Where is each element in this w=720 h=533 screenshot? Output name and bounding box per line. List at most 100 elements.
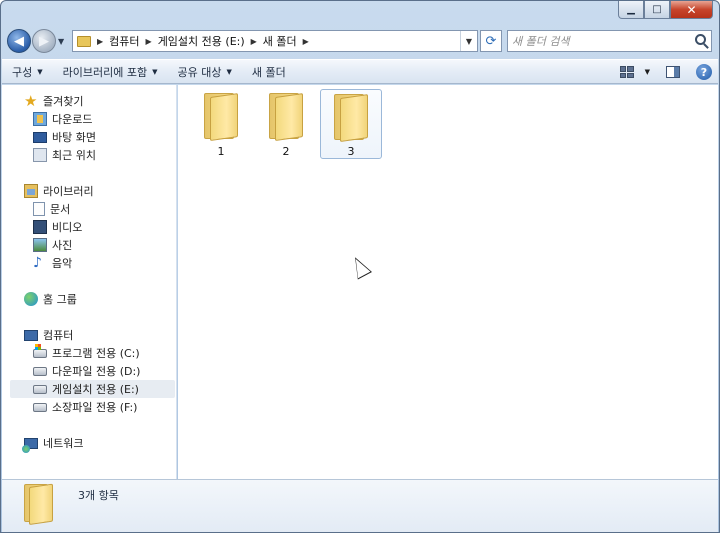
video-icon bbox=[33, 220, 47, 234]
nav-item-pictures[interactable]: 사진 bbox=[33, 236, 72, 254]
nav-label: 바탕 화면 bbox=[52, 131, 96, 144]
share-with-button[interactable]: 공유 대상 ▼ bbox=[168, 61, 242, 83]
nav-label: 게임설치 전용 (E:) bbox=[52, 383, 139, 396]
minimize-button[interactable]: ▁ bbox=[618, 1, 644, 19]
share-with-label: 공유 대상 bbox=[177, 65, 222, 79]
toolbar-right: ▼ ? bbox=[619, 61, 712, 83]
folder-icon bbox=[24, 483, 56, 526]
nav-item-drive-e[interactable]: 게임설치 전용 (E:) bbox=[10, 380, 175, 398]
address-history-dropdown[interactable]: ▼ bbox=[460, 31, 477, 51]
folder-icon bbox=[267, 93, 305, 141]
folder-item[interactable]: 1 bbox=[190, 89, 252, 159]
maximize-button[interactable]: □ bbox=[644, 1, 670, 19]
nav-label: 사진 bbox=[52, 239, 73, 252]
folder-item[interactable]: 2 bbox=[255, 89, 317, 159]
nav-homegroup[interactable]: 홈 그룹 bbox=[24, 290, 77, 308]
item-count: 3개 항목 bbox=[78, 489, 119, 502]
downloads-folder-icon bbox=[33, 112, 47, 126]
navigation-bar: ◀ ▶ ▼ ▶ 컴퓨터 ▶ 게임설치 전용 (E:) ▶ 새 폴더 ▶ ▼ ⟳ bbox=[7, 27, 715, 55]
chevron-right-icon[interactable]: ▶ bbox=[146, 37, 152, 46]
include-in-library-button[interactable]: 라이브러리에 포함 ▼ bbox=[53, 61, 168, 83]
nav-item-drive-c[interactable]: 프로그램 전용 (C:) bbox=[33, 343, 140, 362]
chevron-down-icon: ▼ bbox=[37, 67, 43, 76]
include-in-library-label: 라이브러리에 포함 bbox=[62, 65, 148, 79]
nav-item-desktop[interactable]: 바탕 화면 bbox=[33, 128, 96, 146]
search-input[interactable] bbox=[512, 34, 692, 48]
nav-libraries[interactable]: 라이브러리 bbox=[24, 182, 94, 200]
nav-favorites[interactable]: ★ 즐겨찾기 bbox=[24, 92, 83, 110]
chevron-right-icon[interactable]: ▶ bbox=[97, 37, 103, 46]
new-folder-button[interactable]: 새 폴더 bbox=[242, 61, 296, 83]
nav-item-videos[interactable]: 비디오 bbox=[33, 218, 82, 236]
chevron-right-icon[interactable]: ▶ bbox=[251, 37, 257, 46]
view-options-dropdown-icon[interactable]: ▼ bbox=[645, 68, 650, 76]
nav-label: 문서 bbox=[50, 203, 71, 216]
caption-buttons: ▁ □ ✕ bbox=[618, 1, 713, 19]
nav-label: 다운로드 bbox=[52, 113, 93, 126]
refresh-icon: ⟳ bbox=[485, 33, 497, 49]
nav-label: 라이브러리 bbox=[43, 185, 94, 198]
preview-pane-icon[interactable] bbox=[666, 66, 680, 78]
hard-drive-icon bbox=[33, 402, 47, 412]
search-icon[interactable] bbox=[695, 34, 706, 45]
address-bar[interactable]: ▶ 컴퓨터 ▶ 게임설치 전용 (E:) ▶ 새 폴더 ▶ ▼ bbox=[72, 30, 478, 52]
folder-icon bbox=[202, 93, 240, 141]
folder-item-selected[interactable]: 3 bbox=[320, 89, 382, 159]
file-list: 1 2 3 bbox=[178, 85, 718, 479]
nav-computer[interactable]: 컴퓨터 bbox=[24, 326, 73, 344]
nav-label: 네트워크 bbox=[43, 437, 84, 450]
star-icon: ★ bbox=[24, 92, 38, 110]
forward-button[interactable]: ▶ bbox=[32, 29, 56, 53]
nav-label: 소장파일 전용 (F:) bbox=[52, 401, 138, 414]
change-view-icon[interactable] bbox=[619, 66, 634, 78]
chevron-right-icon[interactable]: ▶ bbox=[303, 37, 309, 46]
organize-label: 구성 bbox=[12, 65, 33, 79]
details-pane: 3개 항목 bbox=[2, 479, 718, 532]
navigation-pane: ★ 즐겨찾기 다운로드 바탕 화면 최근 위치 라이브러리 문서 비디오 사진 … bbox=[2, 85, 177, 479]
folder-name: 1 bbox=[217, 145, 225, 158]
folder-name: 3 bbox=[347, 145, 355, 158]
nav-label: 음악 bbox=[52, 257, 73, 270]
close-button[interactable]: ✕ bbox=[670, 1, 713, 19]
refresh-button[interactable]: ⟳ bbox=[480, 30, 502, 52]
nav-item-music[interactable]: ♪ 음악 bbox=[33, 254, 72, 272]
homegroup-icon bbox=[24, 292, 38, 306]
system-drive-icon bbox=[33, 343, 47, 358]
help-icon[interactable]: ? bbox=[696, 64, 712, 80]
chevron-down-icon: ▼ bbox=[152, 67, 158, 76]
organize-button[interactable]: 구성 ▼ bbox=[2, 61, 53, 83]
nav-label: 비디오 bbox=[52, 221, 83, 234]
desktop-icon bbox=[33, 131, 47, 143]
library-icon bbox=[24, 184, 38, 198]
chevron-down-icon: ▼ bbox=[226, 67, 232, 76]
breadcrumb-drive-e[interactable]: 게임설치 전용 (E:) bbox=[158, 33, 245, 49]
folder-icon bbox=[332, 94, 370, 142]
nav-label: 다운파일 전용 (D:) bbox=[52, 365, 141, 378]
recent-pages-dropdown-icon[interactable]: ▼ bbox=[58, 37, 68, 46]
nav-item-drive-f[interactable]: 소장파일 전용 (F:) bbox=[33, 398, 137, 416]
command-bar: 구성 ▼ 라이브러리에 포함 ▼ 공유 대상 ▼ 새 폴더 ▼ ? bbox=[2, 59, 718, 84]
nav-label: 최근 위치 bbox=[52, 149, 96, 162]
search-box[interactable] bbox=[507, 30, 712, 52]
nav-item-drive-d[interactable]: 다운파일 전용 (D:) bbox=[33, 362, 140, 380]
nav-item-downloads[interactable]: 다운로드 bbox=[33, 110, 92, 128]
nav-network[interactable]: 네트워크 bbox=[22, 434, 84, 453]
nav-item-recent-places[interactable]: 최근 위치 bbox=[33, 146, 96, 164]
music-note-icon: ♪ bbox=[33, 255, 42, 271]
breadcrumb-new-folder[interactable]: 새 폴더 bbox=[263, 33, 297, 49]
network-icon bbox=[22, 437, 38, 453]
recent-places-icon bbox=[33, 148, 47, 162]
breadcrumb-computer[interactable]: 컴퓨터 bbox=[109, 33, 139, 49]
nav-label: 즐겨찾기 bbox=[43, 95, 84, 108]
pictures-icon bbox=[33, 238, 47, 252]
computer-icon bbox=[24, 329, 38, 341]
nav-item-documents[interactable]: 문서 bbox=[33, 200, 70, 218]
nav-label: 홈 그룹 bbox=[43, 293, 77, 306]
hard-drive-icon bbox=[33, 384, 47, 394]
folder-name: 2 bbox=[282, 145, 290, 158]
back-button[interactable]: ◀ bbox=[7, 29, 31, 53]
nav-label: 프로그램 전용 (C:) bbox=[52, 347, 140, 360]
documents-icon bbox=[33, 202, 45, 216]
new-folder-label: 새 폴더 bbox=[251, 65, 286, 79]
hard-drive-icon bbox=[33, 366, 47, 376]
